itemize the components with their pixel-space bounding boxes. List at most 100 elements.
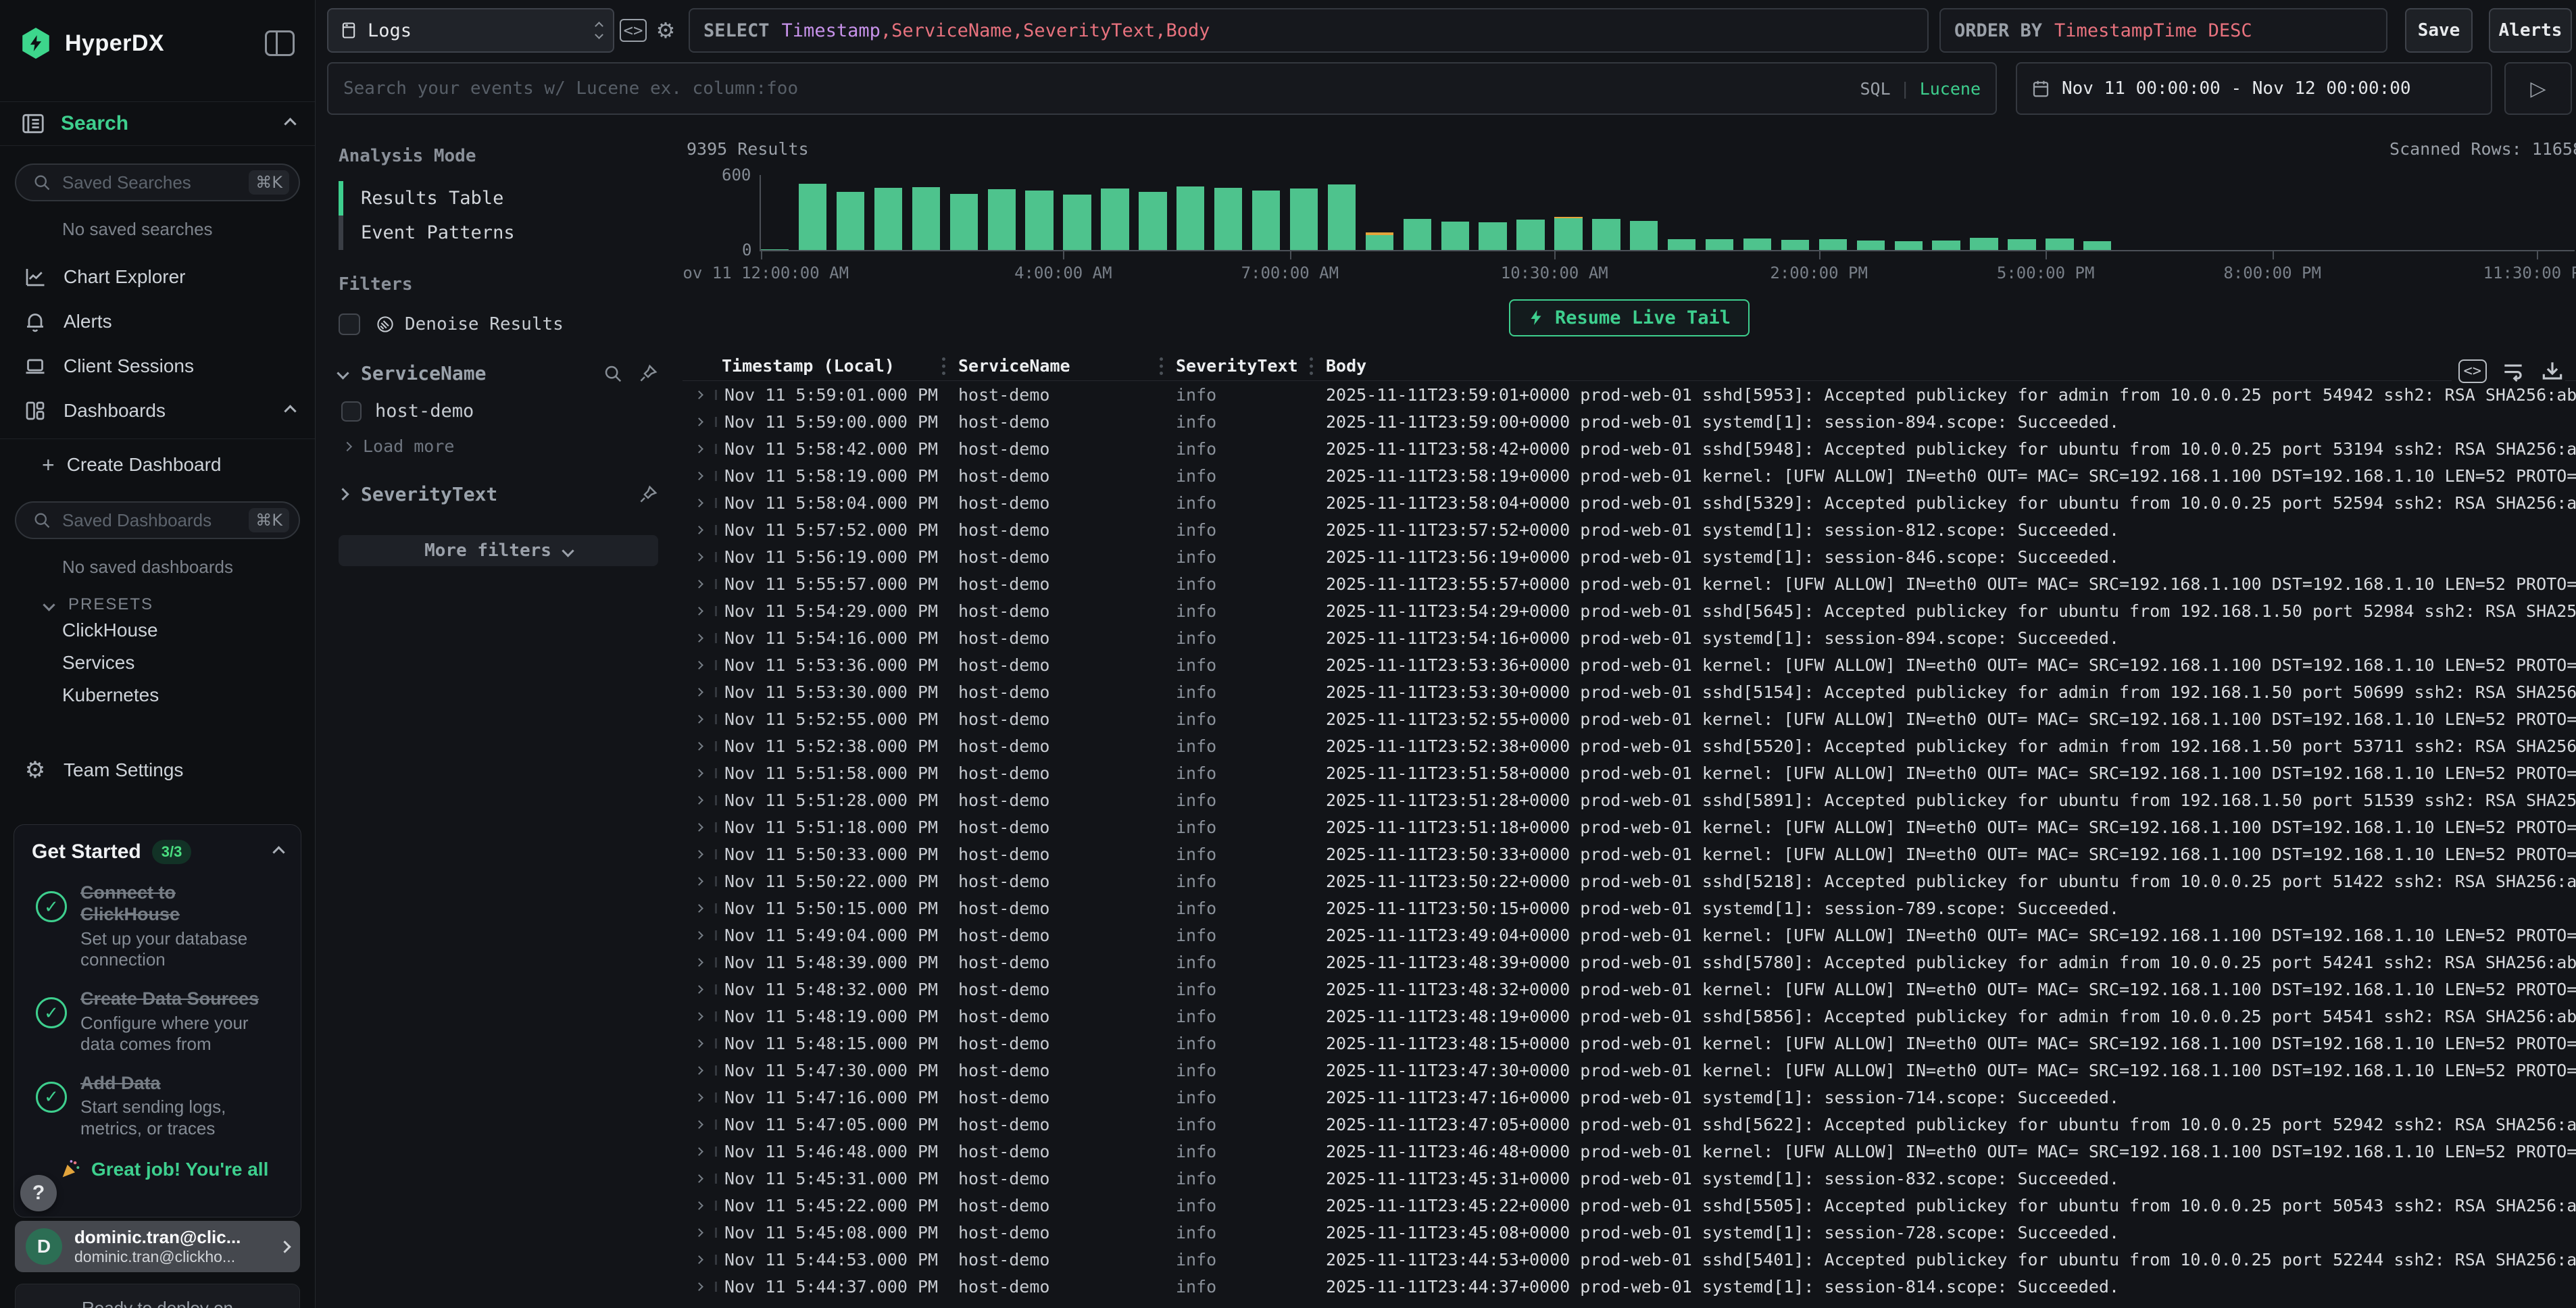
table-row[interactable]: Nov 11 5:58:19.000 PM host-demo info 202…: [683, 462, 2576, 489]
row-expand-chevron[interactable]: [683, 392, 715, 398]
table-row[interactable]: Nov 11 5:48:32.000 PM host-demo info 202…: [683, 976, 2576, 1003]
row-expand-chevron[interactable]: [683, 1284, 715, 1290]
table-row[interactable]: Nov 11 5:45:22.000 PM host-demo info 202…: [683, 1192, 2576, 1219]
row-expand-chevron[interactable]: [683, 986, 715, 992]
pin-icon[interactable]: [638, 484, 658, 505]
table-row[interactable]: Nov 11 5:50:15.000 PM host-demo info 202…: [683, 895, 2576, 922]
histogram-plot[interactable]: Nov 11 12:00:00 AM4:00:00 AM7:00:00 AM10…: [760, 175, 2575, 251]
row-expand-chevron[interactable]: [683, 1040, 715, 1047]
table-row[interactable]: Nov 11 5:53:30.000 PM host-demo info 202…: [683, 678, 2576, 705]
row-expand-chevron[interactable]: [683, 527, 715, 533]
saved-searches-field[interactable]: [62, 172, 249, 193]
mode-event-patterns[interactable]: Event Patterns: [339, 216, 658, 250]
filter-group-severitytext[interactable]: SeverityText: [339, 483, 658, 505]
saved-searches-input[interactable]: ⌘K: [15, 164, 300, 201]
saved-dashboards-field[interactable]: [62, 510, 249, 531]
table-row[interactable]: Nov 11 5:57:52.000 PM host-demo info 202…: [683, 516, 2576, 543]
filter-value-host-demo[interactable]: host-demo: [341, 401, 658, 422]
row-expand-chevron[interactable]: [683, 662, 715, 668]
preset-item[interactable]: Kubernetes: [0, 679, 315, 711]
resume-live-tail-button[interactable]: Resume Live Tail: [1509, 299, 1750, 336]
table-row[interactable]: Nov 11 5:58:04.000 PM host-demo info 202…: [683, 489, 2576, 516]
sidebar-item-alerts[interactable]: Alerts: [0, 299, 315, 344]
table-row[interactable]: Nov 11 5:50:33.000 PM host-demo info 202…: [683, 840, 2576, 867]
filter-group-servicename[interactable]: ServiceName: [339, 362, 658, 384]
row-expand-chevron[interactable]: [683, 1122, 715, 1128]
row-expand-chevron[interactable]: [683, 1176, 715, 1182]
table-row[interactable]: Nov 11 5:54:29.000 PM host-demo info 202…: [683, 597, 2576, 624]
order-by-input[interactable]: ORDER BYTimestampTime DESC: [1939, 8, 2387, 53]
row-expand-chevron[interactable]: [683, 716, 715, 722]
get-started-item-sources[interactable]: ✓ Create Data Sources Configure where yo…: [32, 988, 283, 1055]
row-expand-chevron[interactable]: [683, 1067, 715, 1074]
checkbox-icon[interactable]: [339, 313, 360, 335]
save-button[interactable]: Save: [2405, 8, 2473, 53]
table-row[interactable]: Nov 11 5:51:18.000 PM host-demo info 202…: [683, 813, 2576, 840]
table-row[interactable]: Nov 11 5:58:42.000 PM host-demo info 202…: [683, 435, 2576, 462]
table-row[interactable]: Nov 11 5:53:36.000 PM host-demo info 202…: [683, 651, 2576, 678]
deploy-teaser-card[interactable]: Ready to deploy on: [15, 1284, 300, 1308]
table-row[interactable]: Nov 11 5:56:19.000 PM host-demo info 202…: [683, 543, 2576, 570]
user-profile-card[interactable]: D dominic.tran@clic... dominic.tran@clic…: [15, 1221, 300, 1272]
preset-item[interactable]: ClickHouse: [0, 614, 315, 647]
preset-item[interactable]: Services: [0, 647, 315, 679]
table-row[interactable]: Nov 11 5:48:19.000 PM host-demo info 202…: [683, 1003, 2576, 1030]
table-row[interactable]: Nov 11 5:52:38.000 PM host-demo info 202…: [683, 732, 2576, 759]
help-button[interactable]: ?: [20, 1175, 57, 1211]
denoise-results-checkbox[interactable]: Denoise Results: [339, 313, 658, 335]
row-expand-chevron[interactable]: [683, 446, 715, 452]
alerts-button[interactable]: Alerts: [2489, 8, 2572, 53]
source-select[interactable]: Logs: [327, 8, 614, 53]
table-row[interactable]: Nov 11 5:59:01.000 PM host-demo info 202…: [683, 381, 2576, 408]
row-expand-chevron[interactable]: [683, 689, 715, 695]
table-row[interactable]: Nov 11 5:50:22.000 PM host-demo info 202…: [683, 867, 2576, 895]
select-clause-input[interactable]: SELECTTimestamp,ServiceName,SeverityText…: [689, 8, 1929, 53]
date-range-picker[interactable]: Nov 11 00:00:00 - Nov 12 00:00:00: [2016, 62, 2492, 115]
row-expand-chevron[interactable]: [683, 635, 715, 641]
table-row[interactable]: Nov 11 5:48:15.000 PM host-demo info 202…: [683, 1030, 2576, 1057]
column-header-timestamp[interactable]: Timestamp (Local): [715, 356, 951, 376]
row-expand-chevron[interactable]: [683, 959, 715, 965]
lucene-toggle[interactable]: Lucene: [1920, 79, 1981, 99]
view-source-icon[interactable]: <>: [2458, 359, 2487, 383]
sidebar-item-chart-explorer[interactable]: Chart Explorer: [0, 255, 315, 299]
edit-sql-icon[interactable]: <>: [620, 8, 647, 53]
table-row[interactable]: Nov 11 5:59:00.000 PM host-demo info 202…: [683, 408, 2576, 435]
row-expand-chevron[interactable]: [683, 905, 715, 911]
checkbox-icon[interactable]: [341, 401, 362, 422]
more-filters-button[interactable]: More filters: [339, 535, 658, 566]
run-search-button[interactable]: ▷: [2504, 62, 2572, 115]
table-row[interactable]: Nov 11 5:49:04.000 PM host-demo info 202…: [683, 922, 2576, 949]
get-started-header[interactable]: Get Started 3/3: [32, 840, 283, 864]
table-row[interactable]: Nov 11 5:55:57.000 PM host-demo info 202…: [683, 570, 2576, 597]
wrap-lines-icon[interactable]: [2500, 358, 2526, 384]
row-expand-chevron[interactable]: [683, 1095, 715, 1101]
chevron-up-icon[interactable]: [284, 118, 296, 130]
column-resize-handle[interactable]: [942, 357, 946, 375]
saved-dashboards-input[interactable]: ⌘K: [15, 501, 300, 539]
table-row[interactable]: Nov 11 5:51:58.000 PM host-demo info 202…: [683, 759, 2576, 786]
row-expand-chevron[interactable]: [683, 1149, 715, 1155]
row-expand-chevron[interactable]: [683, 851, 715, 857]
sidebar-item-search[interactable]: Search: [0, 101, 315, 146]
sidebar-collapse-icon[interactable]: [265, 30, 295, 56]
column-resize-handle[interactable]: [1160, 357, 1164, 375]
download-icon[interactable]: [2540, 358, 2565, 384]
get-started-item-connect[interactable]: ✓ Connect to ClickHouse Set up your data…: [32, 882, 283, 970]
sidebar-item-dashboards[interactable]: Dashboards: [0, 388, 315, 433]
source-settings-gear-icon[interactable]: ⚙: [652, 8, 679, 53]
table-row[interactable]: Nov 11 5:47:30.000 PM host-demo info 202…: [683, 1057, 2576, 1084]
presets-toggle[interactable]: PRESETS: [45, 595, 315, 614]
row-expand-chevron[interactable]: [683, 1013, 715, 1020]
lucene-search-bar[interactable]: SQL | Lucene: [327, 62, 1997, 115]
table-row[interactable]: Nov 11 5:46:48.000 PM host-demo info 202…: [683, 1138, 2576, 1165]
table-row[interactable]: Nov 11 5:54:16.000 PM host-demo info 202…: [683, 624, 2576, 651]
row-expand-chevron[interactable]: [683, 878, 715, 884]
sidebar-item-client-sessions[interactable]: Client Sessions: [0, 344, 315, 388]
table-row[interactable]: Nov 11 5:47:05.000 PM host-demo info 202…: [683, 1111, 2576, 1138]
row-expand-chevron[interactable]: [683, 1203, 715, 1209]
chevron-up-icon[interactable]: [272, 846, 284, 858]
row-expand-chevron[interactable]: [683, 500, 715, 506]
row-expand-chevron[interactable]: [683, 473, 715, 479]
table-row[interactable]: Nov 11 5:48:39.000 PM host-demo info 202…: [683, 949, 2576, 976]
